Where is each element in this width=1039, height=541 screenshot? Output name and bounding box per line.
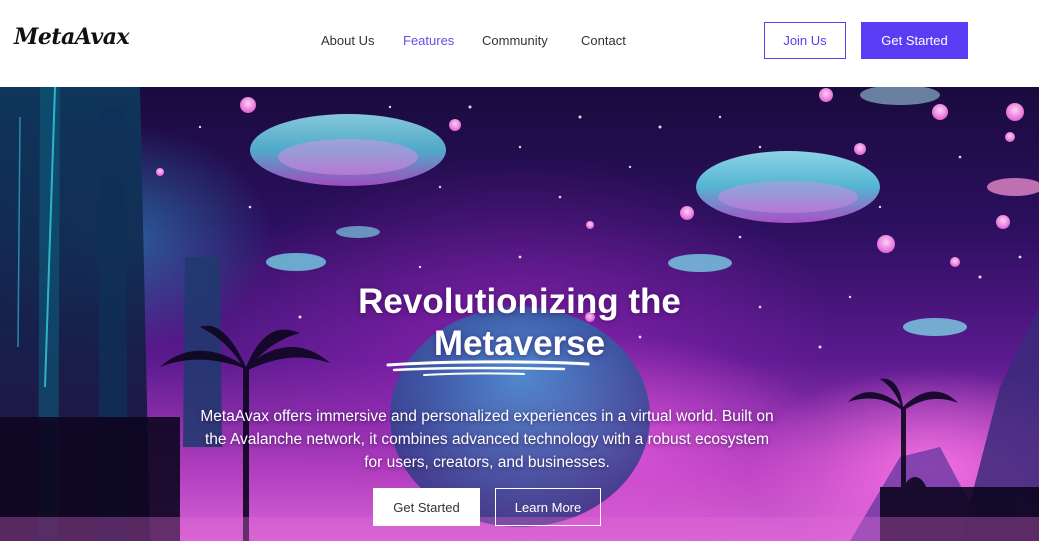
hero-description: MetaAvax offers immersive and personaliz…: [200, 408, 774, 471]
site-header: MetaAvax About Us Features Community Con…: [0, 0, 1039, 87]
hero-section: Revolutionizing the Metaverse MetaAvax o…: [0, 87, 1039, 541]
header-get-started-button[interactable]: Get Started: [861, 22, 968, 59]
nav-features[interactable]: Features: [403, 33, 454, 49]
learn-more-button[interactable]: Learn More: [495, 488, 601, 526]
join-us-button[interactable]: Join Us: [764, 22, 846, 59]
nav-about-us[interactable]: About Us: [321, 33, 374, 49]
brush-underline-icon: [386, 360, 590, 376]
hero-get-started-button[interactable]: Get Started: [373, 488, 480, 526]
nav-contact[interactable]: Contact: [581, 33, 626, 49]
nav-community[interactable]: Community: [482, 33, 548, 49]
hero-title-line1: Revolutionizing the: [358, 282, 681, 321]
